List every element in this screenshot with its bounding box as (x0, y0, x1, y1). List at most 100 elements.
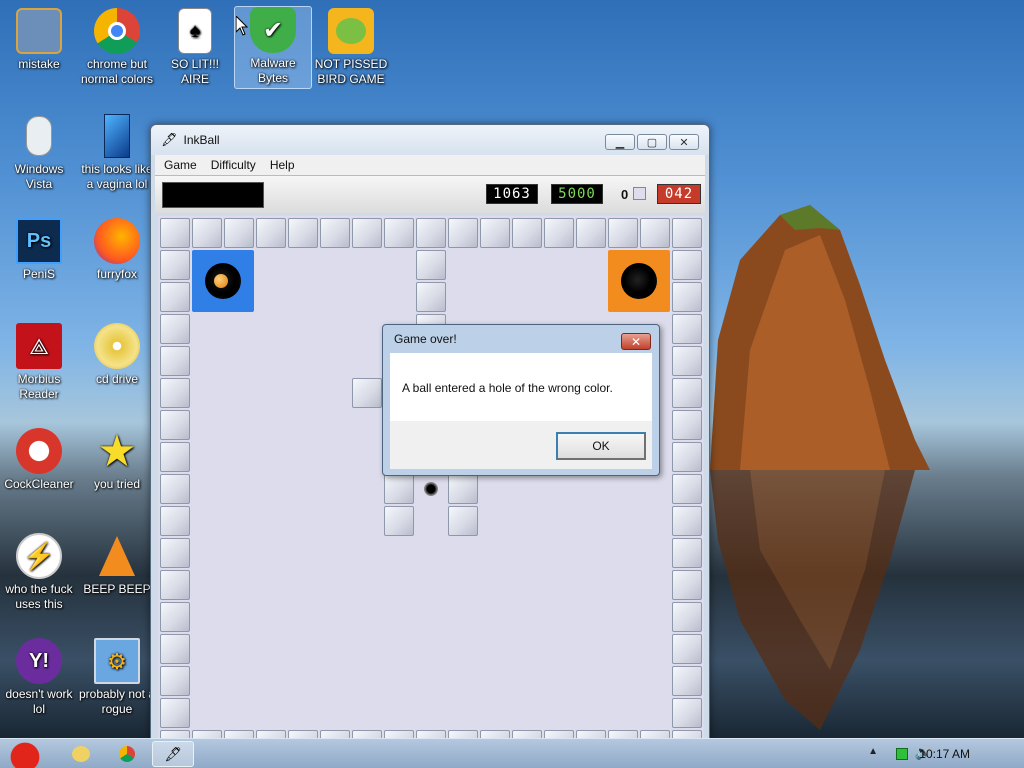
wall-block (448, 218, 478, 248)
desktop-icon-firefox[interactable]: furryfox (78, 218, 156, 282)
desktop-icon-photoshop[interactable]: Ps PeniS (0, 218, 78, 282)
wall-block (256, 218, 286, 248)
window-title: InkBall (183, 133, 220, 147)
desktop-icon-label: who the fuck uses this (5, 582, 73, 611)
desktop-icon-mistake[interactable]: mistake (0, 8, 78, 72)
desktop-icon-windows-vista[interactable]: Windows Vista (0, 113, 78, 192)
close-button[interactable]: ✕ (669, 134, 699, 150)
photoshop-icon: Ps (16, 218, 62, 264)
desktop-icon-label: chrome but normal colors (80, 57, 154, 86)
wall-block (320, 218, 350, 248)
game-board[interactable] (158, 216, 704, 741)
maximize-button[interactable]: ▢ (637, 134, 667, 150)
menu-help[interactable]: Help (270, 158, 295, 172)
start-button[interactable] (2, 739, 48, 768)
wall-block (416, 218, 446, 248)
taskbar-inkball[interactable]: 🖋 (152, 741, 194, 767)
wall-block (160, 666, 190, 696)
wall-block (416, 282, 446, 312)
computer-folder-icon (16, 8, 62, 54)
chrome-icon (119, 746, 135, 762)
desktop-icon-chrome[interactable]: chrome but normal colors (78, 8, 156, 87)
desktop-icon-label: SO LIT!!! AIRE (170, 57, 219, 86)
wall-block (352, 378, 382, 408)
yahoo-messenger-icon: Y! (16, 638, 62, 684)
wall-block (672, 474, 702, 504)
target-score-counter: 5000 (551, 184, 603, 204)
wall-block (672, 570, 702, 600)
desktop-icon-label: furryfox (96, 267, 137, 281)
network-icon[interactable] (896, 748, 908, 760)
gears-monitor-icon: ⚙ (94, 638, 140, 684)
dialog-close-button[interactable]: ✕ (621, 333, 651, 350)
desktop-icon-rogue[interactable]: ⚙ probably not a rogue (78, 638, 156, 717)
blue-phone-icon (94, 113, 140, 159)
taskbar: 🖋 ▲ 🔊 10:17 AM (0, 738, 1024, 768)
dialog-message: A ball entered a hole of the wrong color… (402, 381, 613, 395)
wall-block (352, 218, 382, 248)
ccleaner-icon (16, 428, 62, 474)
wall-block (160, 218, 190, 248)
wall-block (672, 538, 702, 568)
wall-block (160, 474, 190, 504)
small-gray-hole (424, 482, 438, 496)
orange-hole (608, 250, 670, 312)
desktop-icon-star[interactable]: ★ you tried (78, 428, 156, 492)
wall-block (160, 410, 190, 440)
minimize-button[interactable]: ▁ (605, 134, 635, 150)
taskbar-chrome[interactable] (110, 741, 144, 767)
window-titlebar[interactable]: 🖋 InkBall ▁ ▢ ✕ (151, 125, 709, 155)
wall-block (160, 506, 190, 536)
wall-block (448, 506, 478, 536)
desktop-icon-vlc[interactable]: BEEP BEEP (78, 533, 156, 597)
wall-block (672, 506, 702, 536)
desktop-icon-label: BEEP BEEP (83, 582, 151, 596)
desktop-icon-lightning[interactable]: ⚡ who the fuck uses this (0, 533, 78, 612)
wall-block (384, 474, 414, 504)
dialog-footer: OK (390, 421, 652, 469)
taskbar-explorer[interactable] (64, 741, 98, 767)
desktop-icon-label: cd drive (95, 372, 139, 386)
chrome-icon (94, 8, 140, 54)
desktop-icon-ccleaner[interactable]: CockCleaner (0, 428, 78, 492)
desktop-icon-label: mistake (18, 57, 60, 71)
menu-game[interactable]: Game (164, 158, 197, 172)
taskbar-clock[interactable]: 10:17 AM (919, 747, 970, 761)
wall-block (160, 442, 190, 472)
green-pig-icon (328, 8, 374, 54)
wall-block (512, 218, 542, 248)
dialog-title: Game over! (394, 332, 457, 346)
wall-block (160, 378, 190, 408)
sea-rock-illustration (710, 205, 930, 470)
desktop-icon-cd-drive[interactable]: cd drive (78, 323, 156, 387)
maximize-icon: ▢ (646, 136, 658, 149)
balls-left-count: 0 (621, 187, 629, 202)
wall-block (672, 250, 702, 280)
wall-block (384, 506, 414, 536)
desktop-icon-yahoo[interactable]: Y! doesn't work lol (0, 638, 78, 717)
wall-block (672, 666, 702, 696)
inkball-app-icon: 🖋 (164, 745, 182, 762)
desktop-icon-pig-game[interactable]: NOT PISSED BIRD GAME (312, 8, 390, 87)
desktop-icon-blue-phone[interactable]: this looks like a vagina lol (78, 113, 156, 192)
shield-check-icon: ✔ (250, 7, 296, 53)
ok-button[interactable]: OK (556, 432, 646, 460)
solitaire-icon: ♠ (178, 8, 212, 54)
cd-icon (94, 323, 140, 369)
close-icon: ✕ (679, 136, 689, 149)
close-icon: ✕ (630, 334, 642, 349)
wall-block (672, 410, 702, 440)
desktop-icon-acrobat[interactable]: ⟁ Morbius Reader (0, 323, 78, 402)
wall-block (672, 218, 702, 248)
show-hidden-icons-arrow[interactable]: ▲ (868, 746, 878, 757)
hole-pit (621, 263, 657, 299)
menu-difficulty[interactable]: Difficulty (211, 158, 256, 172)
hole-pit (205, 263, 241, 299)
desktop-icon-solitaire[interactable]: ♠ SO LIT!!! AIRE (156, 8, 234, 87)
mouse-pointer-icon (236, 16, 248, 36)
ball-queue-icon (633, 187, 646, 200)
desktop-icon-label: PeniS (22, 267, 56, 281)
vlc-cone-icon (94, 533, 140, 579)
score-counter: 1063 (486, 184, 538, 204)
wall-block (672, 698, 702, 728)
